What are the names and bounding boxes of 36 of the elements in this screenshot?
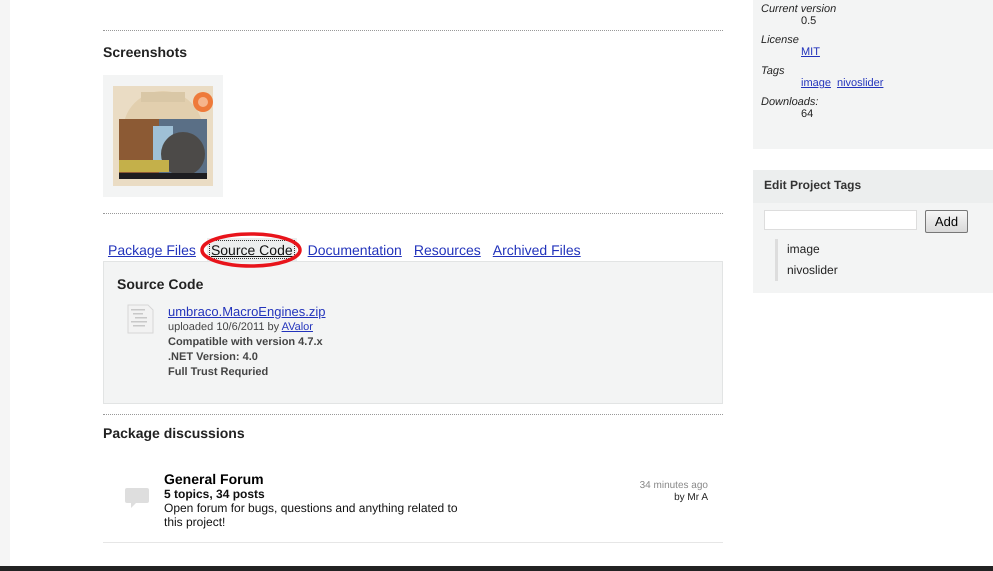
forum-counts: 5 topics, 34 posts bbox=[164, 487, 266, 501]
panel-heading: Edit Project Tags bbox=[753, 170, 993, 203]
speech-bubble-icon bbox=[125, 487, 149, 509]
info-link[interactable]: MIT bbox=[801, 46, 820, 58]
tag-item: image bbox=[787, 241, 821, 258]
uploader-link[interactable]: AValor bbox=[282, 321, 313, 333]
file-detail: Compatible with version 4.7.x bbox=[168, 335, 324, 350]
last-post-time: 34 minutes ago bbox=[640, 480, 708, 492]
file-detail: Full Trust Requried bbox=[168, 365, 270, 380]
info-link[interactable]: nivoslider bbox=[836, 77, 884, 89]
tag-item: nivoslider bbox=[787, 262, 839, 279]
file-detail: .NET Version: 4.0 bbox=[168, 350, 259, 365]
info-label: Tags bbox=[761, 65, 786, 77]
thumbnail-frame[interactable] bbox=[103, 75, 223, 197]
tag-input[interactable] bbox=[764, 210, 917, 230]
section-heading: Screenshots bbox=[103, 44, 188, 61]
section-heading: Package discussions bbox=[103, 425, 246, 442]
upload-info: uploaded 10/6/2011 by bbox=[168, 321, 280, 333]
info-value: 64 bbox=[801, 108, 814, 120]
info-label: License bbox=[761, 34, 800, 46]
last-post-author: by Mr A bbox=[673, 492, 708, 504]
add-button[interactable]: Add bbox=[925, 210, 968, 233]
tab[interactable]: Archived Files bbox=[492, 238, 582, 261]
tab[interactable]: Source Code bbox=[206, 238, 297, 261]
tab[interactable]: Resources bbox=[412, 238, 482, 261]
info-label: Downloads: bbox=[761, 96, 820, 108]
panel-heading: Source Code bbox=[117, 276, 204, 292]
info-value: 0.5 bbox=[801, 15, 816, 27]
info-link[interactable]: image bbox=[801, 77, 831, 89]
file-icon bbox=[127, 304, 154, 334]
file-link[interactable]: umbraco.MacroEngines.zip bbox=[168, 304, 326, 320]
tab[interactable]: Documentation bbox=[306, 238, 403, 261]
info-label: Current version bbox=[761, 3, 838, 15]
forum-description: Open forum for bugs, questions and anything related to this project! bbox=[164, 501, 459, 529]
forum-link[interactable]: General Forum bbox=[164, 472, 474, 487]
tab[interactable]: Package Files bbox=[107, 238, 197, 261]
